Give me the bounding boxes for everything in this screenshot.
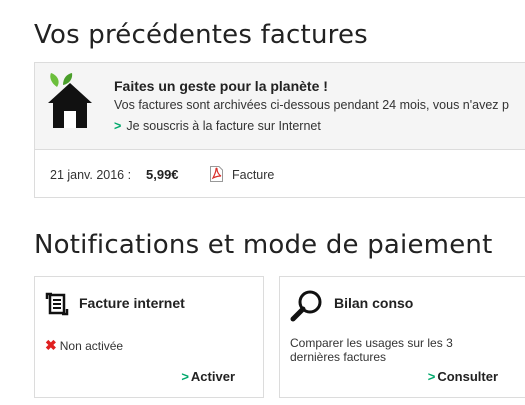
activate-label: Activer [190,369,235,384]
card-title-bilan-conso: Bilan conso [334,295,414,311]
eco-promo-banner: Faites un geste pour la planète ! Vos fa… [35,63,525,150]
eco-house-icon [48,73,92,128]
invoices-card: Faites un geste pour la planète ! Vos fa… [34,62,525,198]
invoice-date: 21 janv. 2016 : [50,168,132,182]
e-invoice-subscribe-label: Je souscris à la facture sur Internet [126,119,321,133]
promo-title: Faites un geste pour la planète ! [114,78,328,94]
cross-icon: ✖ [45,337,57,353]
consult-link[interactable]: > Consulter [428,369,498,384]
chevron-right-icon: > [114,119,122,133]
activate-link[interactable]: > Activer [181,369,235,384]
invoice-row: 21 janv. 2016 : 5,99€ Facture [35,149,525,199]
notifications-title: Notifications et mode de paiement [34,230,493,260]
pdf-icon[interactable] [210,166,223,182]
promo-text: Vos factures sont archivées ci-dessous p… [114,98,509,112]
invoices-title: Vos précédentes factures [34,20,368,50]
invoice-amount: 5,99€ [146,167,179,182]
card-title-facture-internet: Facture internet [79,295,185,311]
status-label: Non activée [59,339,124,353]
magnifier-icon [290,290,322,322]
card-facture-internet: Facture internet ✖ Non activée > Activer [34,276,264,398]
chevron-right-icon: > [181,369,189,384]
chevron-right-icon: > [427,369,436,384]
invoice-sync-icon [45,292,69,316]
card-bilan-conso: Bilan conso Comparer les usages sur les … [279,276,525,398]
invoice-download-link[interactable]: Facture [232,168,274,182]
consult-label: Consulter [437,369,498,384]
e-invoice-subscribe-link[interactable]: > Je souscris à la facture sur Internet [114,119,321,133]
bilan-description: Comparer les usages sur les 3 dernières … [290,336,453,364]
status-badge: ✖ Non activée [45,337,123,354]
